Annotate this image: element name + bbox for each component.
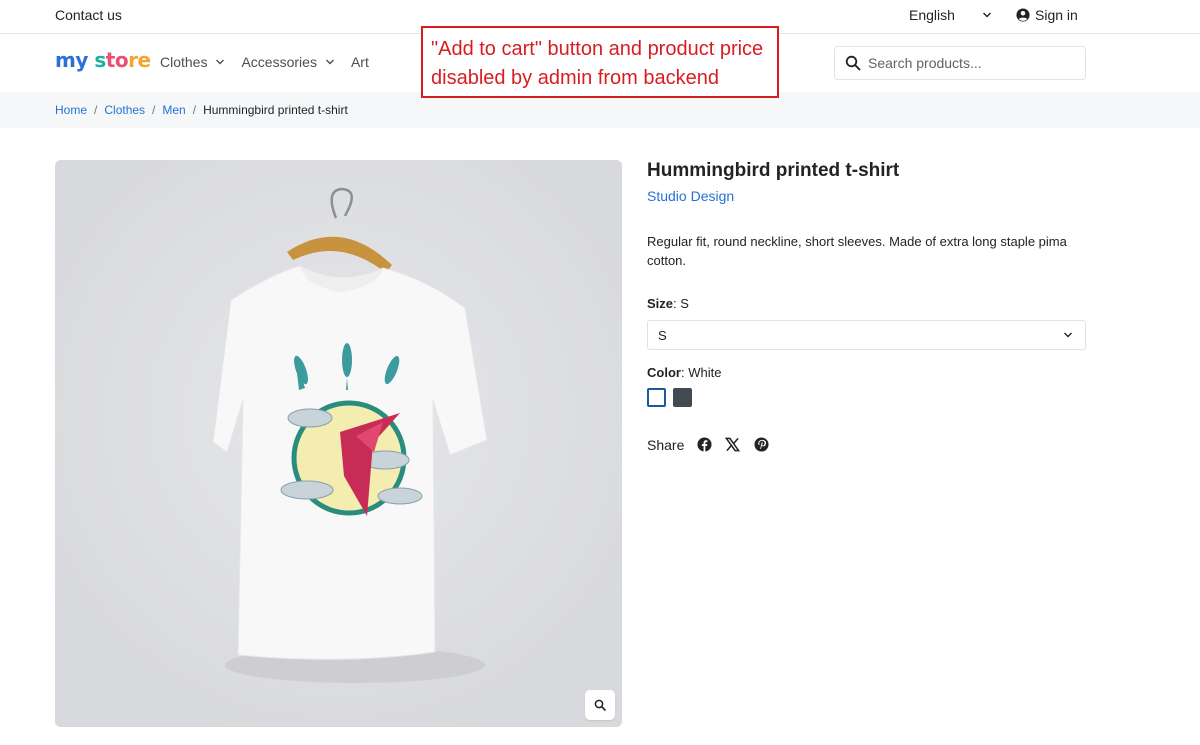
color-swatch-dark[interactable] [673,388,692,407]
facebook-icon[interactable] [697,437,712,452]
share-label: Share [647,437,685,453]
tshirt-image [55,160,622,727]
product-image[interactable] [55,160,622,727]
main-nav: Clothes Accessories Art [160,54,385,70]
sign-in-label: Sign in [1035,7,1078,23]
color-swatch-white[interactable] [647,388,666,407]
language-selector[interactable]: English [909,7,955,23]
brand-link[interactable]: Studio Design [647,188,734,204]
nav-item-art[interactable]: Art [351,54,369,70]
user-icon [1016,8,1030,22]
chevron-down-icon [1064,332,1072,338]
breadcrumb-clothes[interactable]: Clothes [104,103,145,117]
size-select[interactable]: S [647,320,1086,350]
search-input[interactable] [868,55,1068,71]
product-description: Regular fit, round neckline, short sleev… [647,234,1067,268]
contact-us-link[interactable]: Contact us [55,7,122,23]
x-icon[interactable] [725,437,740,452]
size-label: Size: S [647,296,689,311]
zoom-icon [594,699,606,711]
chevron-down-icon [216,59,225,65]
sign-in-link[interactable]: Sign in [1016,7,1078,23]
breadcrumb-men[interactable]: Men [162,103,185,117]
admin-annotation-box: "Add to cart" button and product price d… [421,26,779,98]
store-logo[interactable]: my store [55,48,151,72]
breadcrumb-current: Hummingbird printed t-shirt [203,103,348,117]
zoom-button[interactable] [585,690,615,720]
breadcrumb: Home / Clothes / Men / Hummingbird print… [55,103,348,117]
search-box[interactable] [834,46,1086,80]
search-icon[interactable] [845,55,861,71]
annotation-line-2: disabled by admin from backend [431,67,719,89]
product-title: Hummingbird printed t-shirt [647,160,900,181]
chevron-down-icon [325,59,334,65]
nav-item-accessories[interactable]: Accessories [241,54,334,70]
size-selected-value: S [658,327,667,343]
chevron-down-icon[interactable] [982,10,992,20]
annotation-line-1: "Add to cart" button and product price [431,38,764,60]
breadcrumb-home[interactable]: Home [55,103,87,117]
color-label: Color: White [647,365,722,380]
language-label: English [909,7,955,23]
pinterest-icon[interactable] [754,437,769,452]
nav-item-clothes[interactable]: Clothes [160,54,225,70]
